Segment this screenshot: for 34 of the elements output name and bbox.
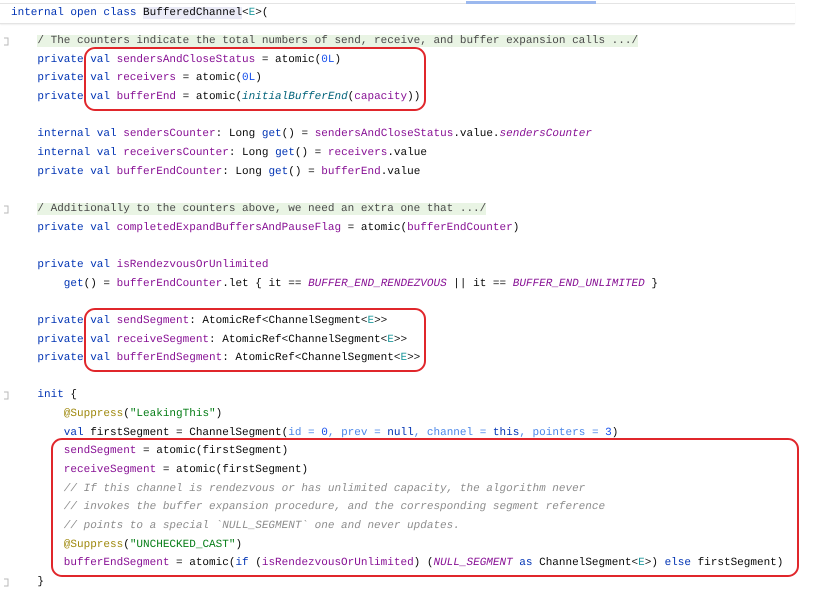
code-line: // invokes the buffer expansion procedure, and the corresponding segment reference [64,501,606,514]
code-line: internal val sendersCounter: Long get() = sendersAndCloseStatus.value.sendersCounter [37,127,592,142]
code-line: val receiveSegment: AtomicRef<ChannelSegment<E>> [90,334,408,346]
code-line: @Suppress("LeakingThis") [64,407,222,422]
code-line: bufferEndSegment = atomic(if (isRendezvousOrUnlimited) (NULL_SEGMENT as ChannelSegment<E>) else firstSegment) [64,557,784,570]
code-line: private val bufferEndCounter: Long get() = bufferEnd.value [37,164,420,180]
fold-icon[interactable] [2,391,8,400]
code-line: val bufferEnd = atomic(initialBufferEnd(capacity)) [90,90,420,103]
code-line: internal open class BufferedChannel<E>( [11,6,268,21]
code-line: val firstSegment = ChannelSegment(id = 0, prev = null, channel = this, pointers = 3) [64,426,618,441]
code-line: // points to a special `NULL_SEGMENT` one and never updates. [64,520,460,532]
fold-icon[interactable] [2,204,8,214]
code-line: // If this channel is rendezvous or has unlimited capacity, the algorithm never [64,482,586,495]
code-line: val bufferEndSegment: AtomicRef<ChannelSegment<E>> [90,352,420,364]
code-line: get() = bufferEndCounter.let { it == BUFFER_END_RENDEZVOUS || it == BUFFER_END_UNLIMITED } [64,276,658,292]
keyword-text: private [37,72,84,84]
keyword-text: private [37,334,84,346]
keyword-text: private [37,54,84,66]
fold-icon[interactable] [2,578,8,587]
keyword-text: private [37,352,84,364]
code-line: internal val receiversCounter: Long get() = receivers.value [37,146,427,161]
code-line: receiveSegment = atomic(firstSegment) [64,464,308,476]
code-line: sendSegment = atomic(firstSegment) [64,445,288,458]
code-line: val receivers = atomic(0L) [90,72,262,84]
code-line: val sendersAndCloseStatus = atomic(0L) [90,54,342,66]
fold-icon[interactable] [2,36,8,46]
code-line: private val isRendezvousOrUnlimited [37,258,268,273]
code-line: val sendSegment: AtomicRef<ChannelSegment<E>> [90,314,388,327]
code-line: @Suppress("UNCHECKED_CAST") [64,538,242,551]
keyword-text: private [37,90,84,103]
code-line: private val completedExpandBuffersAndPauseFlag = atomic(bufferEndCounter) [37,220,520,236]
keyword-text: private [37,314,84,327]
code-line: init { [37,388,77,404]
code-line: } [37,575,44,590]
